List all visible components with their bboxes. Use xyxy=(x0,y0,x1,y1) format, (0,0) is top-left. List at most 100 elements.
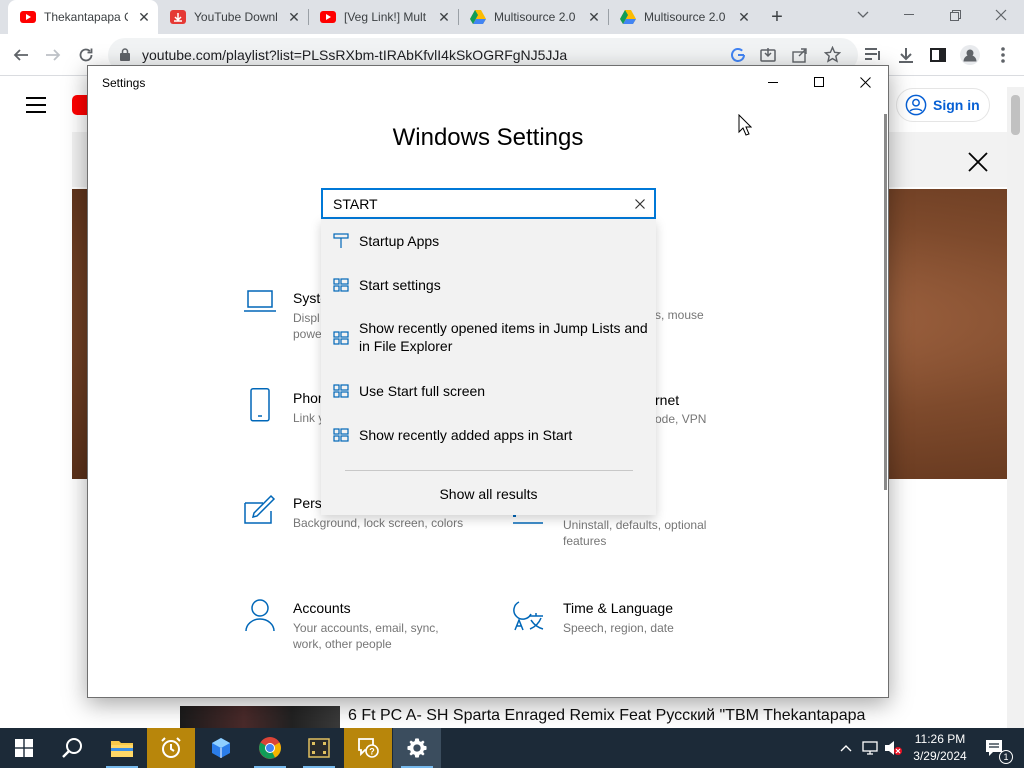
taskbar-app[interactable] xyxy=(197,728,245,768)
taskbar-chrome[interactable] xyxy=(246,728,294,768)
page-scrollbar[interactable] xyxy=(1007,87,1024,728)
clear-search-icon[interactable] xyxy=(632,196,648,212)
close-tab-icon[interactable]: ✕ xyxy=(286,9,302,25)
system-clock[interactable]: 11:26 PM 3/29/2024 xyxy=(904,731,976,765)
start-menu-icon xyxy=(333,384,349,398)
search-icon xyxy=(62,738,82,758)
network-tray-button[interactable] xyxy=(860,728,882,768)
search-button[interactable] xyxy=(48,728,96,768)
search-results-dropdown: Startup Apps Start settings Show recentl… xyxy=(321,219,656,515)
close-button[interactable] xyxy=(842,66,888,98)
close-tab-icon[interactable]: ✕ xyxy=(436,9,452,25)
apps-description: Uninstall, defaults, optional features xyxy=(563,518,707,548)
category-description: Speech, region, date xyxy=(563,621,674,635)
sign-in-label: Sign in xyxy=(933,97,980,113)
settings-scrollbar[interactable] xyxy=(884,114,887,490)
chrome-menu-button[interactable] xyxy=(990,42,1016,68)
help-icon: ? xyxy=(358,738,379,758)
search-result-start-full-screen[interactable]: Use Start full screen xyxy=(321,379,656,415)
side-panel-icon xyxy=(930,48,946,62)
restore-icon xyxy=(949,9,961,21)
star-icon[interactable] xyxy=(824,46,841,63)
network-icon xyxy=(862,741,878,755)
pin-icon xyxy=(333,233,349,248)
category-accounts[interactable]: Accounts Your accounts, email, sync, wor… xyxy=(243,598,463,658)
kebab-menu-icon xyxy=(1001,47,1005,63)
minimize-browser-button[interactable] xyxy=(886,0,932,30)
tab-search-button[interactable] xyxy=(840,0,886,30)
chevron-down-icon xyxy=(857,11,869,18)
show-hidden-icons-button[interactable] xyxy=(836,728,856,768)
taskbar-alarm-clock[interactable] xyxy=(147,728,195,768)
video-title[interactable]: 6 Ft PC A- SH Sparta Enraged Remix Feat … xyxy=(348,707,865,725)
network-name-partial[interactable]: rnet xyxy=(655,392,679,408)
start-button[interactable] xyxy=(0,728,48,768)
minimize-icon xyxy=(904,14,914,15)
search-result-start-settings[interactable]: Start settings xyxy=(321,273,656,309)
search-result-jump-lists[interactable]: Show recently opened items in Jump Lists… xyxy=(321,317,656,359)
settings-titlebar[interactable]: Settings xyxy=(88,66,888,98)
install-app-icon[interactable] xyxy=(760,47,776,63)
category-time-language[interactable]: Time & Language Speech, region, date xyxy=(513,598,733,648)
close-icon xyxy=(995,9,1007,21)
close-tab-icon[interactable]: ✕ xyxy=(736,9,752,25)
forward-button[interactable] xyxy=(40,42,66,68)
minimize-button[interactable] xyxy=(750,66,796,98)
tab-title: [Veg Link!] Mult xyxy=(344,10,427,24)
reload-icon xyxy=(79,48,93,62)
personalization-icon xyxy=(244,494,276,524)
devices-description-partial: s, mouse xyxy=(655,308,704,322)
restore-browser-button[interactable] xyxy=(932,0,978,30)
back-button[interactable] xyxy=(8,42,34,68)
show-all-results-button[interactable]: Show all results xyxy=(321,486,656,502)
new-tab-button[interactable]: + xyxy=(766,7,788,29)
taskbar-help[interactable]: ? xyxy=(344,728,392,768)
network-description-partial: ode, VPN xyxy=(655,412,707,426)
google-drive-icon xyxy=(620,10,636,24)
tab-title: Multisource 2.0 xyxy=(644,10,726,24)
video-thumbnail[interactable] xyxy=(180,706,340,728)
taskbar-video-editor[interactable] xyxy=(295,728,343,768)
share-icon[interactable] xyxy=(792,47,808,63)
laptop-icon xyxy=(244,290,276,312)
maximize-button[interactable] xyxy=(796,66,842,98)
divider xyxy=(345,470,633,471)
taskbar-file-explorer[interactable] xyxy=(98,728,146,768)
volume-muted-icon xyxy=(885,741,902,755)
tab-youtube-downloader[interactable]: YouTube Downl ✕ xyxy=(158,0,308,34)
svg-text:?: ? xyxy=(369,747,375,757)
taskbar-settings[interactable] xyxy=(393,728,441,768)
tab-thekantapapa[interactable]: Thekantapapa O ✕ xyxy=(8,0,158,34)
page-title: Windows Settings xyxy=(392,124,584,151)
arrow-right-icon xyxy=(46,49,61,61)
playlist-icon xyxy=(865,48,880,60)
start-menu-icon xyxy=(333,278,349,292)
search-input[interactable]: START xyxy=(321,188,656,219)
close-tab-icon[interactable]: ✕ xyxy=(136,9,152,25)
tab-multisource-2[interactable]: Multisource 2.0 ✕ xyxy=(608,0,758,34)
volume-tray-button[interactable] xyxy=(882,728,904,768)
tab-multisource-1[interactable]: Multisource 2.0 ✕ xyxy=(458,0,608,34)
search-value: START xyxy=(333,196,378,212)
downloads-button[interactable] xyxy=(893,42,919,68)
side-panel-button[interactable] xyxy=(925,42,951,68)
video-editor-icon xyxy=(308,738,330,758)
sign-in-button[interactable]: Sign in xyxy=(896,88,990,122)
close-browser-button[interactable] xyxy=(978,0,1024,30)
google-lens-icon[interactable] xyxy=(730,47,746,63)
hamburger-menu-icon[interactable] xyxy=(26,97,46,113)
account-circle-icon xyxy=(905,94,927,116)
profile-button[interactable] xyxy=(957,42,983,68)
tab-veg-link[interactable]: [Veg Link!] Mult ✕ xyxy=(308,0,458,34)
phone-icon xyxy=(250,388,270,422)
clock-date: 3/29/2024 xyxy=(913,749,967,763)
minimize-icon xyxy=(768,81,778,83)
close-icon[interactable] xyxy=(966,150,990,174)
chrome-icon xyxy=(259,737,281,759)
search-result-label: Show recently opened items in Jump Lists… xyxy=(359,320,648,354)
close-tab-icon[interactable]: ✕ xyxy=(586,9,602,25)
lock-icon xyxy=(120,48,130,61)
search-result-recently-added[interactable]: Show recently added apps in Start xyxy=(321,423,656,459)
search-result-startup-apps[interactable]: Startup Apps xyxy=(321,229,656,265)
search-result-label: Show recently added apps in Start xyxy=(359,427,573,443)
